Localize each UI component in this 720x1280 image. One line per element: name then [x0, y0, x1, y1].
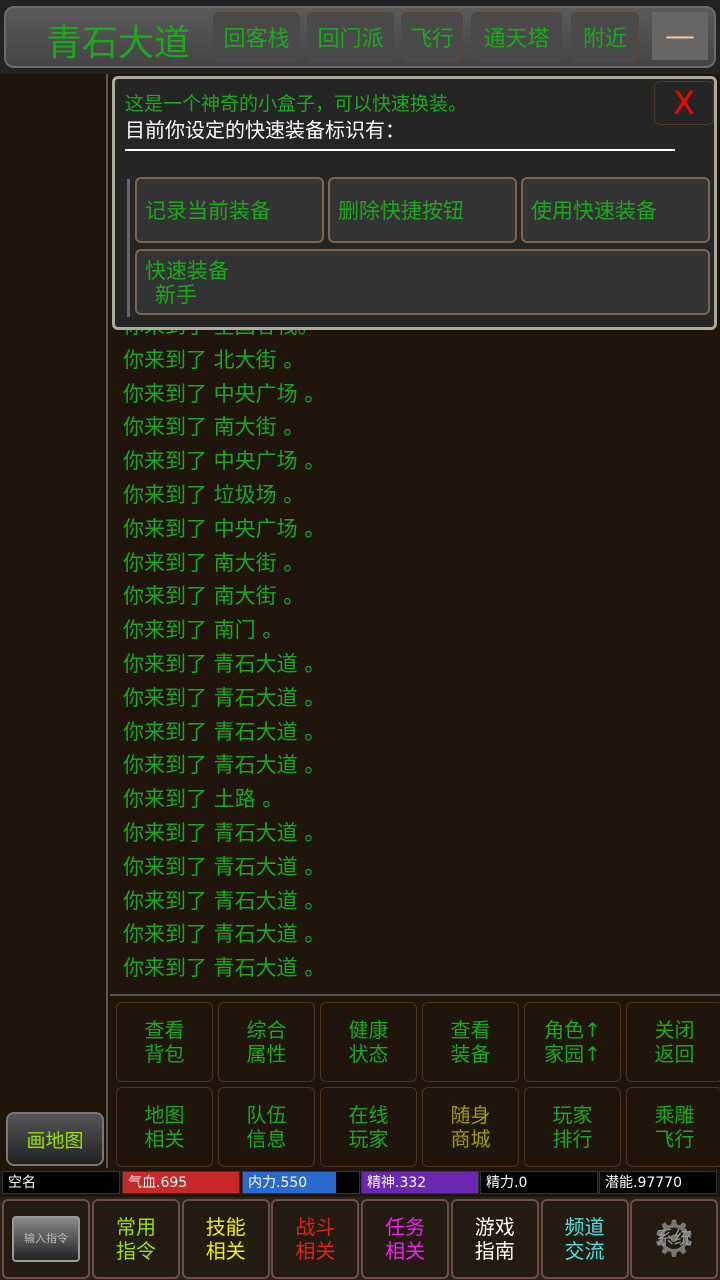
- nearby-button[interactable]: 附近: [571, 12, 639, 62]
- log-line: 你来到了 青石大道 。: [123, 922, 326, 947]
- spirit-bar: 精神.332: [361, 1171, 479, 1194]
- log-line: 你来到了 青石大道 。: [123, 685, 326, 710]
- record-equip-button[interactable]: 记录当前装备: [135, 177, 324, 243]
- bottom-menu-button[interactable]: 游戏 指南: [450, 1199, 539, 1279]
- hp-bar: 气血.695: [122, 1171, 240, 1194]
- message-log: 你来到了 全国客栈。你来到了 北大街 。你来到了 中央广场 。你来到了 南大街 …: [123, 310, 713, 992]
- log-line: 你来到了 南门 。: [123, 618, 284, 643]
- log-line: 你来到了 青石大道 。: [123, 956, 326, 981]
- action-button[interactable]: 健康 状态: [320, 1002, 417, 1082]
- bottom-menu-button[interactable]: 频道 交流: [540, 1199, 629, 1279]
- system-gear-button[interactable]: ⚙ 系统: [630, 1199, 718, 1279]
- action-button[interactable]: 玩家 排行: [524, 1087, 621, 1167]
- action-button[interactable]: 查看 背包: [116, 1002, 213, 1082]
- action-button[interactable]: 乘雕 飞行: [626, 1087, 720, 1167]
- input-command-label: 输入指令: [12, 1216, 80, 1262]
- action-button[interactable]: 队伍 信息: [218, 1087, 315, 1167]
- bottom-menu-button[interactable]: 技能 相关: [181, 1199, 270, 1279]
- log-line: 你来到了 青石大道 。: [123, 753, 326, 778]
- tower-button[interactable]: 通天塔: [471, 12, 562, 62]
- quick-equip-dialog: X 这是一个神奇的小盒子，可以快速换装。 目前你设定的快速装备标识有： 记录当前…: [112, 76, 717, 330]
- delete-shortcut-button[interactable]: 删除快捷按钮: [328, 177, 517, 243]
- log-line: 你来到了 青石大道 。: [123, 820, 326, 845]
- log-line: 你来到了 青石大道 。: [123, 651, 326, 676]
- log-line: 你来到了 土路 。: [123, 787, 284, 812]
- log-line: 你来到了 南大街 。: [123, 415, 305, 440]
- bottom-menu-button[interactable]: 常用 指令: [92, 1199, 180, 1279]
- left-panel: [0, 74, 108, 1168]
- log-line: 你来到了 南大街 。: [123, 550, 305, 575]
- divider: [125, 149, 675, 151]
- dialog-intro: 这是一个神奇的小盒子，可以快速换装。: [125, 93, 468, 115]
- bottom-menu-button[interactable]: 任务 相关: [361, 1199, 450, 1279]
- char-name: 空名: [2, 1171, 120, 1194]
- draw-map-button[interactable]: 画地图: [6, 1112, 104, 1166]
- log-line: 你来到了 中央广场 。: [123, 516, 326, 541]
- log-line: 你来到了 青石大道 。: [123, 719, 326, 744]
- log-line: 你来到了 青石大道 。: [123, 854, 326, 879]
- dialog-subtitle: 目前你设定的快速装备标识有：: [125, 118, 405, 142]
- preset-name: 新手: [155, 283, 197, 307]
- mp-bar: 内力.550: [242, 1171, 360, 1194]
- action-button[interactable]: 综合 属性: [218, 1002, 315, 1082]
- bottom-menu-button[interactable]: 战斗 相关: [271, 1199, 360, 1279]
- action-button[interactable]: 随身 商城: [422, 1087, 519, 1167]
- top-bar: 青石大道 回客栈 回门派 飞行 通天塔 附近 —: [0, 0, 720, 74]
- action-button[interactable]: 查看 装备: [422, 1002, 519, 1082]
- log-line: 你来到了 南大街 。: [123, 584, 305, 609]
- menu-minus-button[interactable]: —: [652, 12, 708, 60]
- input-command-button[interactable]: 输入指令: [2, 1199, 90, 1279]
- close-button[interactable]: X: [654, 81, 714, 125]
- energy-bar: 精力.0: [480, 1171, 598, 1194]
- log-line: 你来到了 中央广场 。: [123, 449, 326, 474]
- return-sect-button[interactable]: 回门派: [307, 12, 394, 62]
- potential-value: 潜能.97770: [599, 1171, 717, 1194]
- fly-button[interactable]: 飞行: [401, 12, 463, 62]
- scrollbar[interactable]: [127, 179, 130, 317]
- action-button[interactable]: 关闭 返回: [626, 1002, 720, 1082]
- log-line: 你来到了 中央广场 。: [123, 381, 326, 406]
- log-line: 你来到了 垃圾场 。: [123, 482, 305, 507]
- return-inn-button[interactable]: 回客栈: [213, 12, 300, 62]
- location-title: 青石大道: [46, 23, 191, 64]
- action-button[interactable]: 角色↑ 家园↑: [524, 1002, 621, 1082]
- preset-newbie-button[interactable]: 快速装备 新手: [135, 249, 710, 315]
- log-line: 你来到了 青石大道 。: [123, 888, 326, 913]
- log-line: 你来到了 北大街 。: [123, 347, 305, 372]
- action-button[interactable]: 在线 玩家: [320, 1087, 417, 1167]
- preset-label: 快速装备: [145, 259, 229, 283]
- use-quick-equip-button[interactable]: 使用快速装备: [521, 177, 710, 243]
- system-label: 系统: [656, 1228, 692, 1249]
- action-grid: 查看 背包 综合 属性 健康 状态 查看 装备 角色↑ 家园↑ 关闭 返回地图 相关 队伍 …: [110, 994, 720, 1167]
- action-button[interactable]: 地图 相关: [116, 1087, 213, 1167]
